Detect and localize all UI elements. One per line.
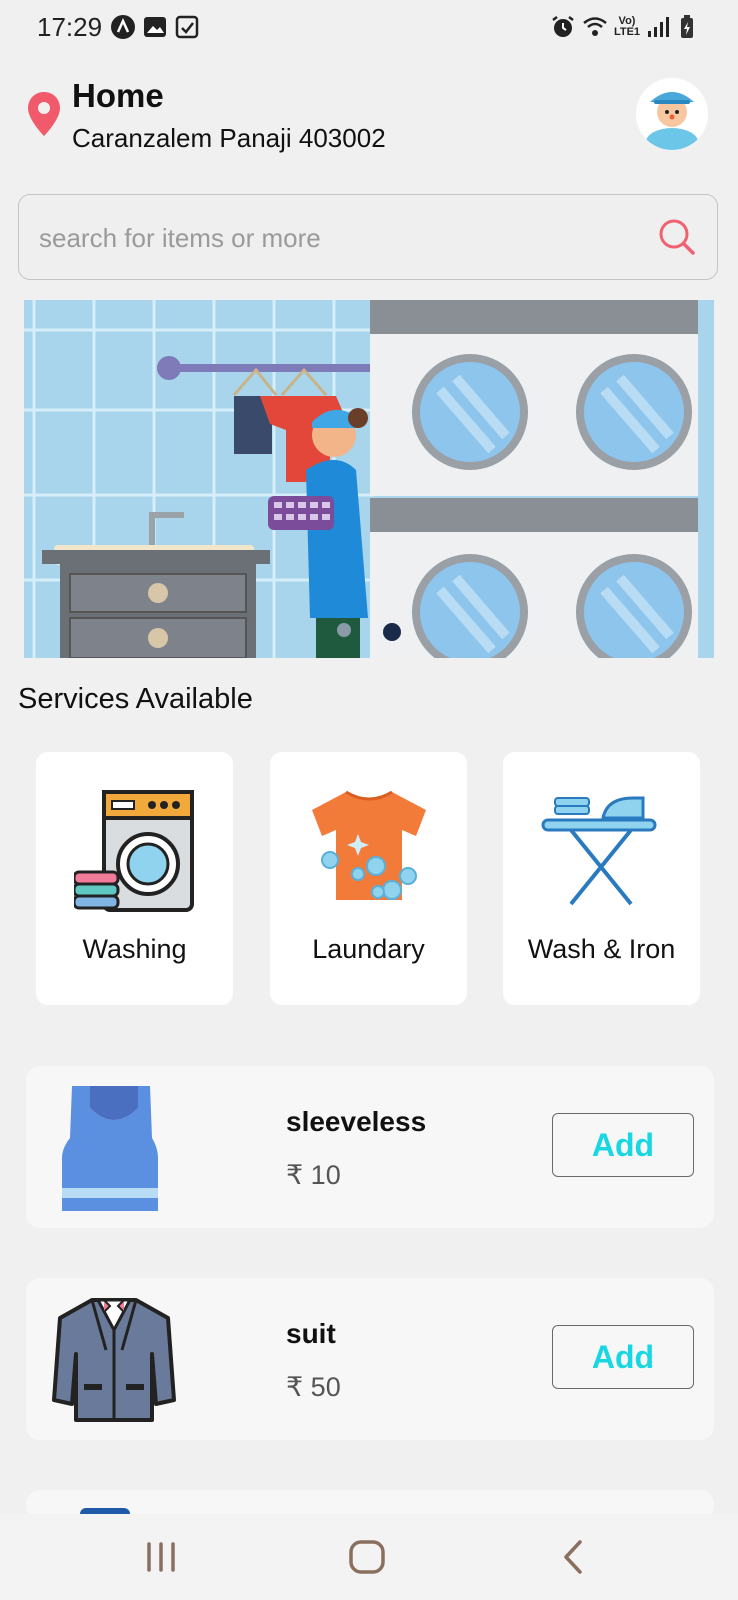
status-bar: 17:29 Vo) LTE1	[0, 0, 738, 56]
washing-machine-icon	[74, 790, 194, 912]
product-card-sleeveless: sleeveless ₹ 10 Add	[26, 1066, 714, 1228]
gallery-icon	[144, 17, 166, 37]
home-icon[interactable]	[342, 1534, 392, 1580]
product-price: ₹ 10	[286, 1160, 341, 1190]
avatar-image	[636, 78, 708, 150]
location-address[interactable]: Caranzalem Panaji 403002	[72, 123, 386, 154]
services-title: Services Available	[18, 683, 253, 715]
add-button[interactable]: Add	[552, 1325, 694, 1389]
service-label-wash-iron: Wash & Iron	[527, 934, 676, 964]
promo-banner[interactable]	[24, 300, 714, 658]
product-name: suit	[286, 1318, 336, 1349]
back-icon[interactable]	[548, 1534, 598, 1580]
laundry-banner-image	[24, 300, 714, 658]
recent-apps-icon[interactable]	[136, 1534, 186, 1580]
navigation-bar	[0, 1514, 738, 1600]
add-button[interactable]: Add	[552, 1113, 694, 1177]
location-pin-icon	[28, 92, 60, 136]
search-icon[interactable]	[657, 217, 697, 257]
service-card-washing[interactable]: Washing	[36, 752, 233, 1005]
tshirt-icon	[312, 790, 426, 900]
ironing-board-icon	[541, 796, 657, 906]
avatar[interactable]	[636, 78, 708, 150]
search-bar[interactable]	[18, 194, 718, 280]
status-time: 17:29	[37, 12, 103, 42]
service-card-laundary[interactable]: Laundary	[270, 752, 467, 1005]
product-card-suit: suit ₹ 50 Add	[26, 1278, 714, 1440]
wifi-icon	[583, 17, 607, 36]
service-label-laundary: Laundary	[312, 934, 425, 964]
sleeveless-icon	[62, 1086, 158, 1211]
clipboard-icon	[175, 15, 199, 39]
service-label-washing: Washing	[82, 934, 187, 964]
network-type-label: Vo) LTE1	[613, 15, 641, 38]
notification-icon	[111, 15, 135, 39]
battery-icon	[681, 15, 693, 38]
carousel-dot-1[interactable]	[337, 623, 351, 637]
location-title[interactable]: Home	[72, 77, 164, 115]
signal-icon	[648, 17, 669, 37]
product-price: ₹ 50	[286, 1372, 341, 1402]
service-card-wash-iron[interactable]: Wash & Iron	[503, 752, 700, 1005]
suit-icon	[52, 1298, 176, 1422]
alarm-icon	[552, 16, 574, 37]
product-name: sleeveless	[286, 1106, 427, 1137]
search-input[interactable]	[37, 217, 641, 259]
carousel-dot-2-active[interactable]	[383, 623, 401, 641]
